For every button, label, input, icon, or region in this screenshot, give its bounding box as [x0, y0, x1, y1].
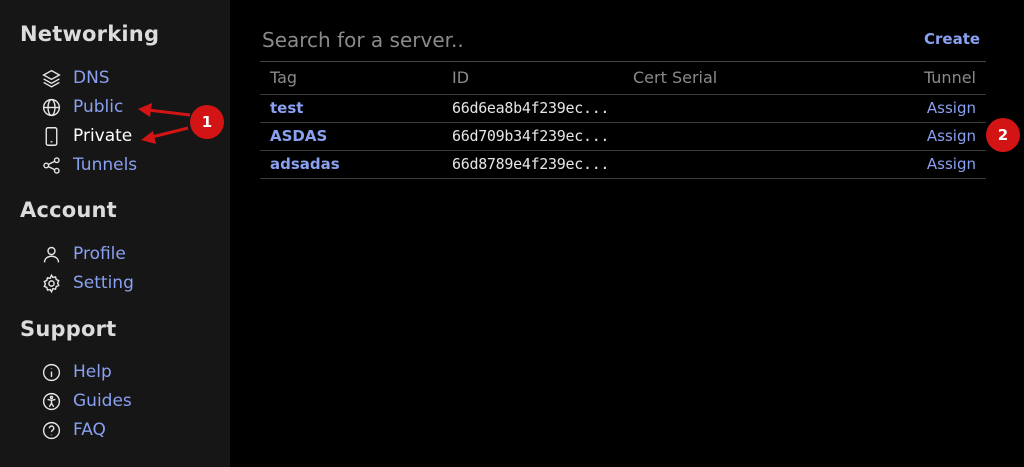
sidebar-item-setting[interactable]: Setting: [40, 270, 134, 296]
header-divider: [260, 94, 986, 95]
sidebar-item-label: Tunnels: [73, 155, 138, 175]
column-header-cert-serial: Cert Serial: [633, 68, 718, 87]
sidebar-item-label: Public: [73, 97, 124, 117]
main-panel: Create Tag ID Cert Serial Tunnel test 66…: [230, 0, 1024, 467]
gear-icon: [40, 272, 62, 294]
column-header-id: ID: [452, 68, 470, 87]
column-header-tag: Tag: [270, 68, 298, 87]
share-icon: [40, 154, 62, 176]
search-underline: [260, 61, 986, 62]
sidebar-item-help[interactable]: Help: [40, 359, 112, 385]
search-input[interactable]: [260, 22, 854, 58]
layers-icon: [40, 67, 62, 89]
sidebar-item-label: Help: [73, 362, 112, 382]
sidebar: Networking DNS Public Private Tunnels Ac…: [0, 0, 230, 467]
row-tag-link[interactable]: adsadas: [270, 155, 340, 173]
info-icon: [40, 361, 62, 383]
sidebar-item-label: FAQ: [73, 420, 106, 440]
column-header-tunnel: Tunnel: [923, 68, 976, 87]
phone-icon: [40, 125, 62, 147]
row-divider: [260, 150, 986, 151]
section-title-account: Account: [20, 198, 117, 222]
sidebar-item-label: DNS: [73, 68, 110, 88]
accessibility-icon: [40, 390, 62, 412]
row-tag-link[interactable]: ASDAS: [270, 127, 327, 145]
sidebar-item-dns[interactable]: DNS: [40, 65, 110, 91]
assign-button[interactable]: Assign: [927, 127, 976, 145]
user-icon: [40, 243, 62, 265]
row-id: 66d709b34f239ec...: [452, 127, 610, 145]
annotation-badge: 2: [986, 118, 1020, 152]
sidebar-item-label: Profile: [73, 244, 126, 264]
sidebar-item-public[interactable]: Public: [40, 94, 123, 120]
sidebar-item-label: Guides: [73, 391, 132, 411]
section-title-support: Support: [20, 317, 117, 341]
sidebar-item-guides[interactable]: Guides: [40, 388, 132, 414]
row-tag-link[interactable]: test: [270, 99, 303, 117]
create-button[interactable]: Create: [924, 30, 980, 48]
sidebar-item-faq[interactable]: FAQ: [40, 417, 106, 443]
row-id: 66d6ea8b4f239ec...: [452, 99, 610, 117]
assign-button[interactable]: Assign: [927, 155, 976, 173]
sidebar-item-label: Setting: [73, 273, 134, 293]
assign-button[interactable]: Assign: [927, 99, 976, 117]
section-title-networking: Networking: [20, 22, 160, 46]
sidebar-item-tunnels[interactable]: Tunnels: [40, 152, 137, 178]
row-id: 66d8789e4f239ec...: [452, 155, 610, 173]
annotation-badge: 1: [190, 105, 224, 139]
globe-icon: [40, 96, 62, 118]
sidebar-item-label: Private: [73, 126, 133, 146]
question-icon: [40, 419, 62, 441]
sidebar-item-private[interactable]: Private: [40, 123, 132, 149]
row-divider: [260, 178, 986, 179]
sidebar-item-profile[interactable]: Profile: [40, 241, 126, 267]
row-divider: [260, 122, 986, 123]
